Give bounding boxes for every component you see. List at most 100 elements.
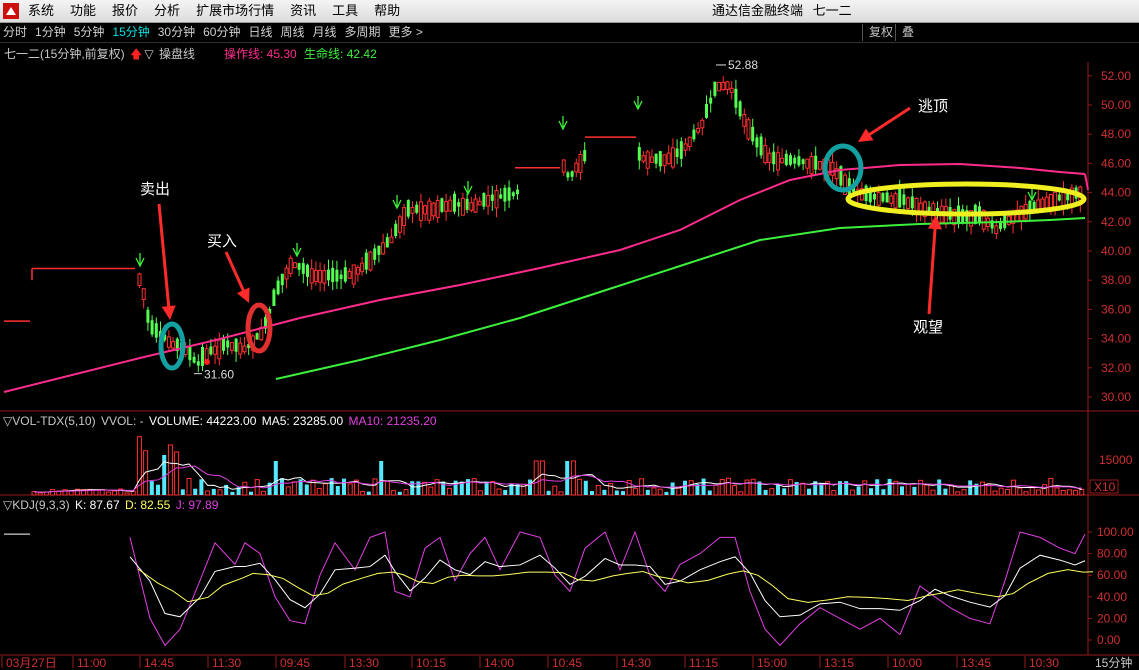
candle-body: [738, 101, 742, 117]
volume-bar: [869, 488, 873, 495]
volume-bar: [930, 489, 936, 496]
indicator-name: 操盘线: [158, 47, 195, 61]
candle-body: [994, 225, 999, 234]
kline-chart[interactable]: 52.00 50.00 48.00 46.00 44.00 42.00 40.00 38.00…: [0, 0, 1139, 670]
candle-body: [679, 141, 683, 159]
candle-body: [658, 151, 662, 167]
volume-bar: [273, 461, 278, 495]
time-axis-label: 13:30: [349, 656, 379, 670]
candle-body: [453, 193, 456, 212]
volume-bar: [961, 489, 967, 496]
candle-body: [137, 273, 142, 286]
candle-body: [196, 361, 200, 366]
volume-bar: [676, 487, 682, 496]
candle-body: [709, 97, 713, 104]
volume-bar: [738, 491, 744, 496]
volume-bar: [1029, 486, 1035, 496]
candle-body: [566, 172, 570, 178]
volume-bar: [782, 488, 787, 495]
volume-bar: [1079, 488, 1085, 496]
time-axis-label: 10:15: [416, 656, 446, 670]
volume-bar: [199, 479, 204, 495]
price-tick-label: 30.00: [1101, 390, 1131, 404]
annotation-escape-top: 逃顶: [918, 97, 949, 115]
candle-body: [805, 158, 810, 169]
candle-body: [927, 206, 931, 211]
volume-bar: [713, 484, 719, 496]
candle-body: [292, 262, 297, 269]
volume-bar: [750, 478, 756, 496]
candle-body: [507, 187, 511, 201]
sell-arrow-head: [161, 305, 176, 320]
ma5-value: MA5: 23285.00: [261, 414, 344, 428]
volume-unit-label: X10: [1094, 480, 1116, 494]
candle-body: [201, 346, 204, 366]
candle-body: [645, 151, 650, 169]
up-arrow-icon: 🡅: [130, 47, 143, 61]
volume-bar: [249, 491, 253, 495]
kdj-indicator-label: KDJ(9,3,3): [12, 498, 70, 512]
sell-arrow: [157, 203, 171, 313]
volume-bar: [800, 482, 806, 496]
candle-body: [318, 270, 323, 283]
chart-title: 七一二(15分钟,前复权) 🡅 ▽ 操盘线: [4, 45, 197, 66]
candle-body: [394, 223, 398, 237]
candle-body: [876, 192, 881, 206]
kdj-j-line: [129, 530, 1086, 647]
candle-body: [154, 323, 158, 338]
candle-body: [141, 288, 146, 301]
time-axis-label: 10:30: [1029, 656, 1059, 670]
candle-body: [687, 136, 692, 147]
volume-bar: [645, 489, 650, 495]
candle-body: [188, 346, 192, 361]
time-axis-label: 15:00: [757, 656, 787, 670]
candle-body: [381, 242, 386, 255]
kdj-title: ▽KDJ(9,3,3) K: 87.67 D: 82.55 J: 97.89: [3, 498, 219, 512]
candle-body: [297, 263, 301, 270]
volume-bar: [918, 479, 924, 496]
price-tick-label: 34.00: [1101, 332, 1131, 346]
volume-bar: [905, 483, 911, 496]
signal-arrow-icon: [558, 116, 568, 131]
candle-body: [306, 264, 309, 277]
candle-body: [272, 289, 276, 307]
chart-title-text: 七一二(15分钟,前复权): [4, 47, 125, 61]
volume-indicator-label: VOL-TDX(5,10): [12, 414, 96, 428]
candle-body: [683, 143, 688, 151]
candle-body: [322, 270, 327, 284]
price-tick-label: 52.00: [1101, 69, 1131, 83]
candle-body: [910, 196, 914, 209]
candle-body: [418, 201, 423, 221]
volume-bar: [211, 488, 216, 495]
volume-bar: [887, 478, 892, 495]
candle-body: [255, 333, 259, 340]
volume-bar: [949, 484, 955, 496]
candle-body: [583, 150, 587, 162]
volume-bar: [539, 460, 545, 496]
candle-body: [166, 336, 171, 348]
candle-body: [335, 269, 339, 282]
candle-body: [637, 147, 641, 161]
ma10-value: MA10: 21235.20: [348, 414, 437, 428]
volume-bar: [99, 489, 105, 496]
candle-body: [817, 161, 822, 170]
vvol-value: VVOL: -: [100, 414, 144, 428]
price-tick-label: 38.00: [1101, 273, 1131, 287]
time-axis-label: 13:15: [824, 656, 854, 670]
volume-bar: [900, 486, 904, 495]
kdj-tick-label: 80.00: [1097, 547, 1127, 561]
candle-body: [226, 340, 230, 348]
volume-bar: [335, 486, 340, 495]
volume-bar: [1066, 489, 1072, 496]
volume-bar: [496, 488, 502, 496]
annotation-sell: 卖出: [140, 180, 171, 198]
volume-bar: [583, 480, 588, 495]
candle-body: [516, 189, 519, 195]
volume-bar: [285, 486, 291, 496]
volume-bar: [322, 483, 328, 496]
volume-bar: [1060, 489, 1066, 496]
candle-body: [486, 194, 491, 207]
candle-body: [494, 190, 499, 209]
volume-bar: [528, 479, 532, 495]
time-axis-label: 10:45: [552, 656, 582, 670]
